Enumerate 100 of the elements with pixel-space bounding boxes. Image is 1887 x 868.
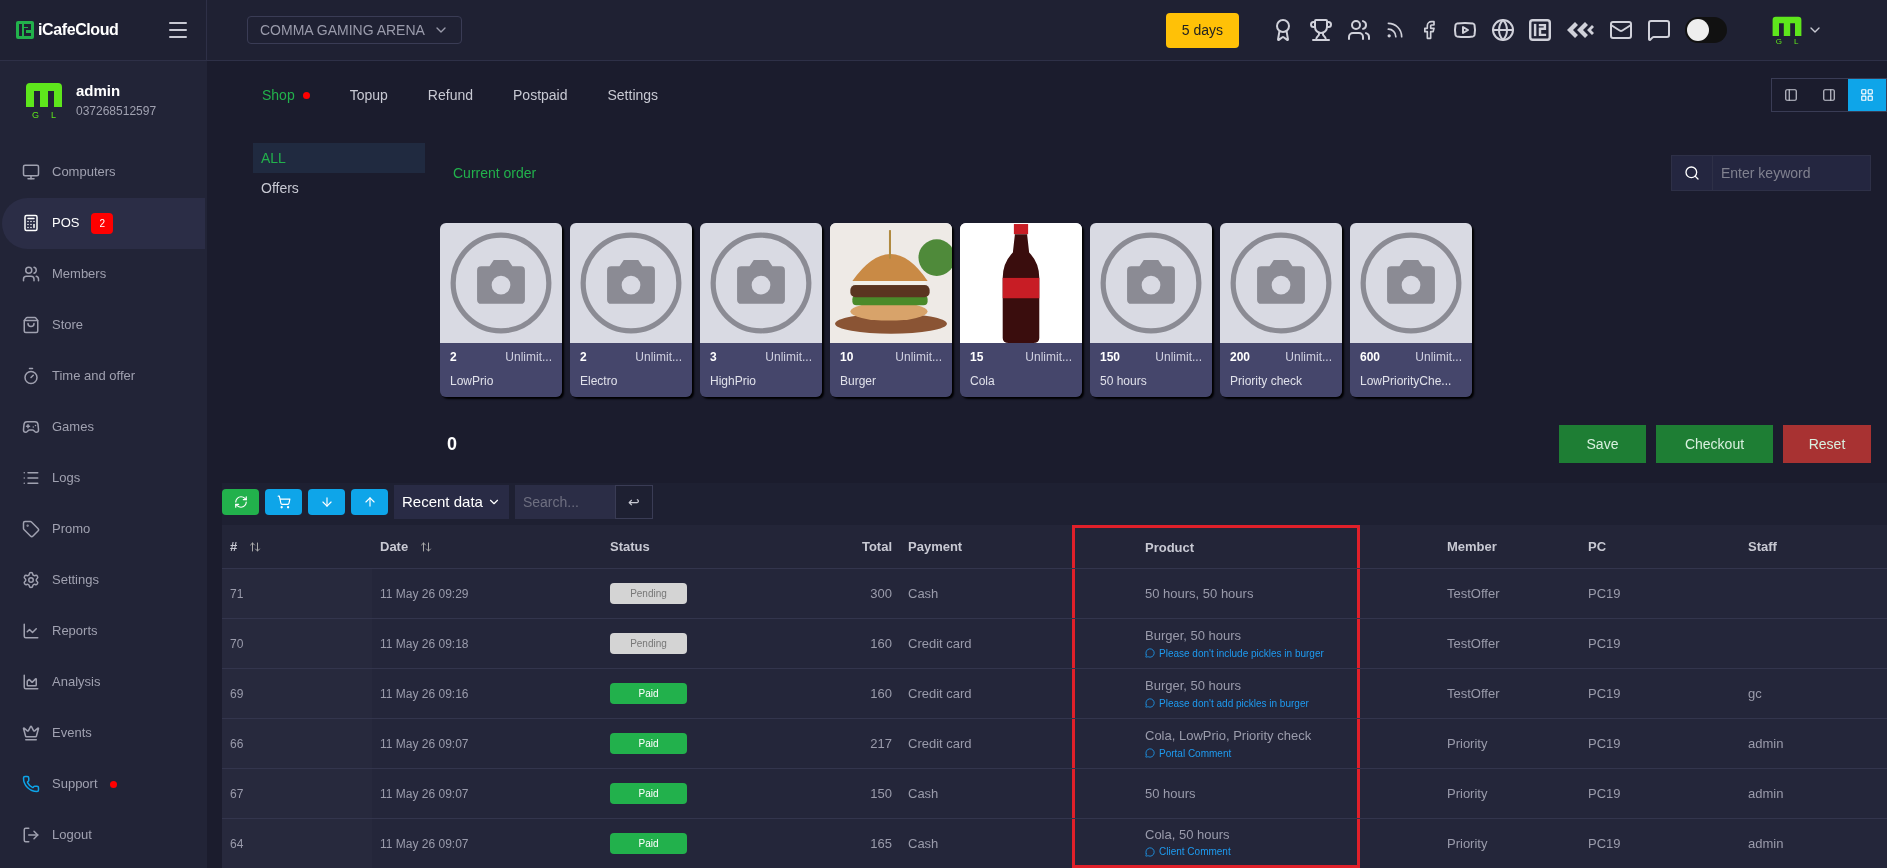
theme-toggle[interactable]: [1685, 17, 1727, 43]
tab[interactable]: Postpaid: [513, 84, 568, 106]
sidebar-label: Time and offer: [52, 367, 136, 386]
refresh-button[interactable]: [222, 489, 259, 515]
column-header: Total: [860, 537, 893, 556]
table-cell-text: PC19: [1587, 734, 1622, 753]
sort-icon[interactable]: [420, 540, 433, 553]
line-chart-icon: [22, 622, 40, 640]
category-item[interactable]: Offers: [253, 173, 425, 203]
sidebar-label: Games: [52, 418, 94, 437]
camera-placeholder-icon: [449, 231, 553, 335]
tab[interactable]: Topup: [349, 84, 388, 106]
sidebar-item[interactable]: Promo: [2, 503, 205, 555]
rss-icon[interactable]: [1385, 20, 1405, 40]
down-arrow-icon: [319, 495, 334, 509]
logo-icon[interactable]: [1529, 19, 1551, 41]
product-list: Burger, 50 hours: [1145, 676, 1357, 696]
sidebar-item[interactable]: Members: [2, 248, 205, 300]
reset-button[interactable]: Reset: [1783, 425, 1871, 463]
logo-letter: L: [51, 109, 56, 122]
table-cell-text: admin: [1747, 784, 1785, 803]
sidebar-label: Reports: [52, 622, 98, 641]
product-name: HighPrio: [710, 373, 758, 390]
sidebar-item[interactable]: Games: [2, 401, 205, 453]
comment-link[interactable]: Portal Comment: [1145, 745, 1357, 761]
product-name: Burger: [840, 373, 878, 390]
bag-icon: [22, 316, 40, 334]
table-cell-text: Priority: [1446, 734, 1489, 753]
comment-icon: [1145, 846, 1155, 857]
people-icon[interactable]: [1347, 18, 1371, 42]
column-header[interactable]: #: [222, 525, 372, 568]
table-cell-text: PC19: [1587, 584, 1622, 603]
table-cell-text: Credit card: [907, 734, 973, 753]
table-cell-text: 165: [869, 834, 893, 853]
count-badge: 2: [91, 212, 114, 234]
product-stock: Unlimit...: [635, 349, 682, 366]
camera-placeholder-icon: [579, 231, 683, 335]
enter-button[interactable]: ↩: [614, 485, 653, 519]
save-button[interactable]: Save: [1559, 425, 1646, 463]
table-cell-text: 217: [869, 734, 893, 753]
comment-link[interactable]: Please don't add pickles in burger: [1145, 695, 1357, 711]
mail-icon[interactable]: [1609, 18, 1633, 42]
product-price: 200: [1230, 349, 1251, 366]
table-cell-text: 11 May 26 09:29: [379, 585, 470, 603]
sidebar-item[interactable]: Logout: [2, 809, 205, 861]
table-cell-text: 300: [869, 584, 893, 603]
sidebar-item[interactable]: Events: [2, 707, 205, 759]
sidebar-item[interactable]: Analysis: [2, 656, 205, 708]
sidebar-item[interactable]: Reports: [2, 605, 205, 657]
table-cell-text: TestOffer: [1446, 634, 1501, 653]
sidebar-label: Promo: [52, 520, 91, 539]
sidebar-item[interactable]: Computers: [2, 146, 205, 198]
gamepad-icon: [22, 418, 40, 436]
left-panel-icon: [1784, 88, 1798, 102]
tab[interactable]: Refund: [427, 84, 473, 106]
product-name: Cola: [970, 373, 996, 390]
sidebar-item[interactable]: Logs: [2, 452, 205, 504]
comment-link[interactable]: Please don't include pickles in burger: [1145, 645, 1357, 661]
chevrons-logo-icon[interactable]: [1565, 20, 1595, 40]
table-cell-text: 11 May 26 09:07: [379, 785, 470, 803]
product-price: 150: [1100, 349, 1121, 366]
sidebar-item[interactable]: Store: [2, 299, 205, 351]
logo-letter: L: [1793, 36, 1799, 48]
range-dropdown[interactable]: Recent data: [394, 485, 509, 519]
status-badge: Paid: [610, 733, 687, 754]
tab[interactable]: Shop: [262, 84, 310, 106]
comment-link[interactable]: Client Comment: [1145, 844, 1357, 860]
cart-button[interactable]: [265, 489, 302, 515]
product-price: 15: [970, 349, 984, 366]
product-list: 50 hours, 50 hours: [1145, 583, 1357, 604]
product-list: Cola, 50 hours: [1145, 824, 1357, 845]
trophy-icon[interactable]: [1309, 18, 1333, 42]
search-field[interactable]: Enter keyword: [1671, 155, 1871, 191]
tab[interactable]: Settings: [607, 84, 659, 106]
crown-icon: [22, 724, 40, 742]
sidebar-item[interactable]: Settings: [2, 554, 205, 606]
chat-icon[interactable]: [1647, 18, 1671, 42]
status-badge: Paid: [610, 833, 687, 854]
product-list: Burger, 50 hours: [1145, 626, 1357, 646]
sidebar-item[interactable]: Time and offer: [2, 350, 205, 402]
venue-dropdown[interactable]: COMMA GAMING ARENA: [247, 16, 462, 44]
user-phone: 037268512597: [76, 103, 157, 120]
column-header: PC: [1587, 537, 1608, 556]
globe-icon[interactable]: [1491, 18, 1515, 42]
sidebar-item[interactable]: Support: [2, 758, 205, 810]
sidebar-label: Computers: [52, 163, 116, 182]
camera-placeholder-icon: [709, 231, 813, 335]
status-badge: Pending: [610, 633, 687, 654]
cash-register-icon: [22, 214, 40, 232]
checkout-button[interactable]: Checkout: [1656, 425, 1773, 463]
search-field[interactable]: Search...: [514, 485, 615, 519]
category-item[interactable]: ALL: [253, 143, 425, 173]
view-toggle[interactable]: [1848, 79, 1886, 111]
table-cell-text: 11 May 26 09:18: [379, 635, 470, 653]
sort-icon[interactable]: [249, 540, 262, 553]
sidebar-item[interactable]: POS 2: [2, 197, 205, 249]
product-price: 2: [580, 349, 587, 366]
table-cell-text: Credit card: [907, 684, 973, 703]
product-stock: Unlimit...: [895, 349, 942, 366]
column-header[interactable]: Date: [372, 525, 602, 568]
